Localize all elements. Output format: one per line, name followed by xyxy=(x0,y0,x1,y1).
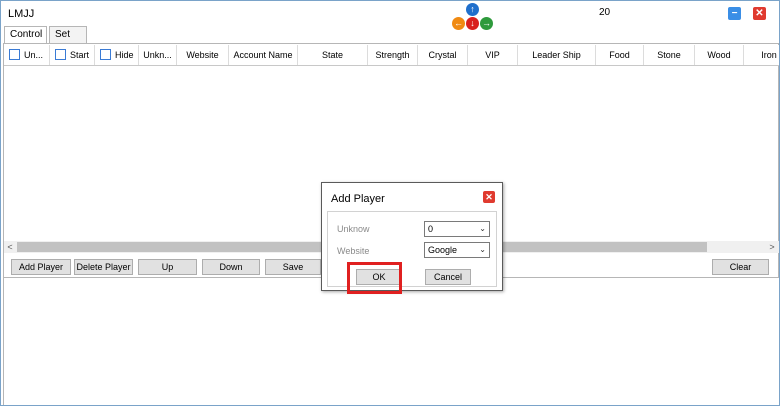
save-button[interactable]: Save xyxy=(265,259,321,275)
checkbox-start[interactable] xyxy=(55,49,66,60)
dialog-title: Add Player xyxy=(331,193,385,205)
tab-control[interactable]: Control xyxy=(4,26,47,43)
column-label: Hide xyxy=(115,50,134,60)
column-food[interactable]: Food xyxy=(596,45,644,65)
delete-player-button[interactable]: Delete Player xyxy=(74,259,133,275)
add-player-button[interactable]: Add Player xyxy=(11,259,71,275)
dialog-close-icon[interactable]: ✕ xyxy=(483,191,495,203)
column-label: Un... xyxy=(24,50,44,60)
column-wood[interactable]: Wood xyxy=(695,45,744,65)
ok-highlight-box xyxy=(347,262,402,294)
checkbox-hide[interactable] xyxy=(100,49,111,60)
column-start[interactable]: Start xyxy=(50,45,95,65)
window-title: LMJJ xyxy=(8,8,35,20)
tab-set[interactable]: Set xyxy=(49,26,87,43)
column-label: Start xyxy=(70,50,90,60)
arrow-up-icon[interactable]: ↑ xyxy=(466,3,479,16)
scroll-left-icon[interactable]: < xyxy=(4,241,16,253)
arrow-pad: ↑ ← ↓ → xyxy=(450,3,496,31)
chevron-down-icon: ⌄ xyxy=(479,245,486,254)
counter-value: 20 xyxy=(599,7,611,18)
grid-header: Un... Start Hide Unkn... Website Account… xyxy=(4,45,779,66)
column-unknow[interactable]: Un... xyxy=(4,45,50,65)
scroll-right-icon[interactable]: > xyxy=(766,241,778,253)
unknow-select[interactable]: 0 ⌄ xyxy=(424,221,490,237)
column-stone[interactable]: Stone xyxy=(644,45,695,65)
website-select[interactable]: Google ⌄ xyxy=(424,242,490,258)
column-unkn[interactable]: Unkn... xyxy=(139,45,177,65)
log-area[interactable] xyxy=(4,277,779,405)
website-label: Website xyxy=(337,246,370,256)
unknow-value: 0 xyxy=(428,224,434,234)
checkbox-unknow[interactable] xyxy=(9,49,20,60)
column-strength[interactable]: Strength xyxy=(368,45,418,65)
arrow-left-icon[interactable]: ← xyxy=(452,17,465,30)
chevron-down-icon: ⌄ xyxy=(479,224,486,233)
column-hide[interactable]: Hide xyxy=(95,45,139,65)
close-icon[interactable]: ✕ xyxy=(753,7,766,20)
arrow-down-icon[interactable]: ↓ xyxy=(466,17,479,30)
clear-button[interactable]: Clear xyxy=(712,259,769,275)
column-vip[interactable]: VIP xyxy=(468,45,518,65)
cancel-button[interactable]: Cancel xyxy=(425,269,471,285)
column-state[interactable]: State xyxy=(298,45,368,65)
column-account-name[interactable]: Account Name xyxy=(229,45,298,65)
unknow-label: Unknow xyxy=(337,224,370,234)
minimize-icon[interactable]: − xyxy=(728,7,741,20)
down-button[interactable]: Down xyxy=(202,259,260,275)
website-value: Google xyxy=(428,245,458,255)
column-iron[interactable]: Iron xyxy=(744,45,779,65)
title-bar: LMJJ ↑ ← ↓ → 20 − ✕ xyxy=(1,1,779,30)
arrow-right-icon[interactable]: → xyxy=(480,17,493,30)
column-crystal[interactable]: Crystal xyxy=(418,45,468,65)
column-website[interactable]: Website xyxy=(177,45,229,65)
column-leader-ship[interactable]: Leader Ship xyxy=(518,45,596,65)
up-button[interactable]: Up xyxy=(138,259,197,275)
